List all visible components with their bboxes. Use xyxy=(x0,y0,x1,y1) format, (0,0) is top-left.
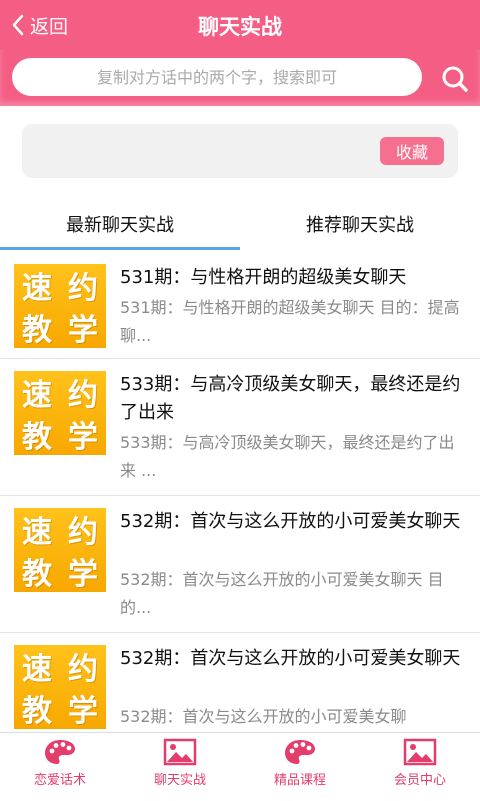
nav-item-love-talk[interactable]: 恋爱话术 xyxy=(0,733,120,801)
thumbnail-char: 学 xyxy=(68,694,98,729)
thumbnail-image: 速 约 教 学 xyxy=(14,264,106,348)
list-item[interactable]: 速 约 教 学 533期：与高冷顶级美女聊天，最终还是约了出来 533期：与高冷… xyxy=(0,359,480,496)
item-description: 532期：首次与这么开放的小可爱美女聊 xyxy=(120,707,407,726)
thumbnail-char: 学 xyxy=(68,313,98,348)
nav-label: 会员中心 xyxy=(393,773,446,788)
tab-recommended-chat[interactable]: 推荐聊天实战 xyxy=(240,196,480,252)
thumbnail-image: 速 约 教 学 xyxy=(14,508,106,592)
page-title: 聊天实战 xyxy=(198,15,282,39)
thumbnail-char: 学 xyxy=(68,420,98,455)
palette-icon xyxy=(45,740,75,764)
app-header: 返回 聊天实战 xyxy=(0,0,480,50)
item-title: 533期：与高冷顶级美女聊天，最终还是约了出来 xyxy=(120,374,461,423)
thumbnail-char: 教 xyxy=(22,694,52,729)
thumbnail-char: 约 xyxy=(68,652,98,687)
item-title: 532期：首次与这么开放的小可爱美女聊天 xyxy=(120,511,461,532)
article-list: 速 约 教 学 531期：与性格开朗的超级美女聊天 531期：与性格开朗的超级美… xyxy=(0,254,480,732)
nav-label: 聊天实战 xyxy=(153,773,206,788)
active-tab-indicator xyxy=(0,247,240,250)
thumbnail-image: 速 约 教 学 xyxy=(14,645,106,729)
item-description: 532期：首次与这么开放的小可爱美女聊天 目的... xyxy=(120,570,444,617)
thumbnail-char: 速 xyxy=(22,378,52,413)
thumbnail-char: 教 xyxy=(22,557,52,592)
thumbnail-char: 学 xyxy=(68,557,98,592)
thumbnail-char: 速 xyxy=(22,515,52,550)
thumbnail-char: 速 xyxy=(22,271,52,306)
item-description: 531期：与性格开朗的超级美女聊天 目的：提高聊... xyxy=(120,298,460,345)
thumbnail-char: 约 xyxy=(68,378,98,413)
list-item[interactable]: 速 约 教 学 532期：首次与这么开放的小可爱美女聊天 532期：首次与这么开… xyxy=(0,633,480,732)
list-item[interactable]: 速 约 教 学 531期：与性格开朗的超级美女聊天 531期：与性格开朗的超级美… xyxy=(0,254,480,359)
thumbnail-char: 约 xyxy=(68,515,98,550)
nav-label: 恋爱话术 xyxy=(33,773,86,788)
search-input[interactable] xyxy=(12,58,422,96)
picture-icon xyxy=(403,738,437,766)
item-title: 531期：与性格开朗的超级美女聊天 xyxy=(120,267,407,288)
thumbnail-char: 教 xyxy=(22,313,52,348)
tab-latest-chat[interactable]: 最新聊天实战 xyxy=(0,196,240,252)
search-bar xyxy=(0,50,480,106)
item-title: 532期：首次与这么开放的小可爱美女聊天 xyxy=(120,648,461,669)
thumbnail-char: 约 xyxy=(68,271,98,306)
thumbnail-char: 教 xyxy=(22,420,52,455)
tab-bar: 最新聊天实战 推荐聊天实战 xyxy=(0,196,480,252)
nav-label: 精品课程 xyxy=(273,773,326,788)
list-item[interactable]: 速 约 教 学 532期：首次与这么开放的小可爱美女聊天 532期：首次与这么开… xyxy=(0,496,480,633)
picture-icon xyxy=(163,738,197,766)
bottom-nav: 恋爱话术 聊天实战 精品课程 会员中心 xyxy=(0,732,480,801)
thumbnail-image: 速 约 教 学 xyxy=(14,371,106,455)
nav-item-member-center[interactable]: 会员中心 xyxy=(360,733,480,801)
palette-icon xyxy=(285,740,315,764)
item-description: 533期：与高冷顶级美女聊天，最终还是约了出来 ... xyxy=(120,433,455,480)
search-icon[interactable] xyxy=(440,64,470,94)
favorites-panel: 收藏 xyxy=(22,124,458,178)
nav-item-premium-courses[interactable]: 精品课程 xyxy=(240,733,360,801)
favorite-button[interactable]: 收藏 xyxy=(380,137,444,165)
nav-item-chat-practice[interactable]: 聊天实战 xyxy=(120,733,240,801)
thumbnail-char: 速 xyxy=(22,652,52,687)
